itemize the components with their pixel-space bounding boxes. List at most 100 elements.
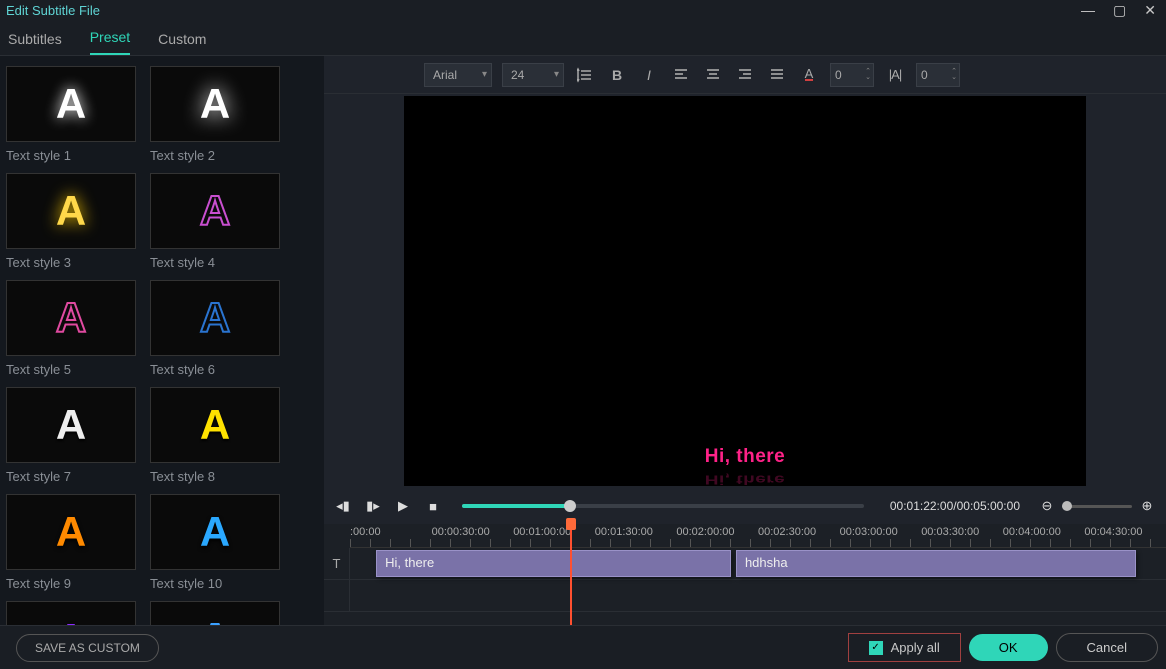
zoom-out-button[interactable]: ⊖ (1038, 498, 1056, 514)
track-body-empty[interactable] (350, 580, 1166, 611)
tab-custom[interactable]: Custom (158, 23, 206, 55)
preset-label: Text style 9 (6, 576, 136, 591)
subtitle-clip[interactable]: hdhsha (736, 550, 1136, 577)
text-color-button[interactable]: A (798, 64, 820, 86)
preset-item[interactable]: A Text style 2 (150, 66, 280, 163)
editor-panel: Arial 24 B I A 0 |A| 0 (324, 56, 1166, 625)
italic-button[interactable]: I (638, 64, 660, 86)
close-button[interactable]: ✕ (1144, 2, 1156, 19)
preset-item[interactable]: A Text style 10 (150, 494, 280, 591)
align-right-button[interactable] (734, 64, 756, 86)
ruler-mark: 00:01:30:00 (595, 526, 653, 538)
subtitle-track: T Hi, therehdhsha (324, 548, 1166, 580)
fontsize-select[interactable]: 24 (502, 63, 564, 87)
preset-label: Text style 2 (150, 148, 280, 163)
preset-label: Text style 7 (6, 469, 136, 484)
minimize-button[interactable]: — (1081, 2, 1095, 19)
next-frame-button[interactable]: ▮▸ (364, 498, 382, 514)
ruler-mark: :00:00 (350, 526, 381, 538)
letter-spacing-icon[interactable]: |A| (884, 64, 906, 86)
align-justify-button[interactable] (766, 64, 788, 86)
preset-label: Text style 4 (150, 255, 280, 270)
preset-thumb: A (6, 601, 136, 625)
track-body[interactable]: Hi, therehdhsha (350, 548, 1166, 579)
preset-item[interactable]: A Text style 5 (6, 280, 136, 377)
preview-subtitle: Hi, there (705, 446, 786, 468)
preset-thumb: A (150, 66, 280, 142)
timeline: :00:00 00:00:30:00 00:01:00:00 00:01:30:00 0… (324, 524, 1166, 625)
ruler-mark: 00:01:00:00 (513, 526, 571, 538)
window-title: Edit Subtitle File (4, 3, 100, 18)
preset-item[interactable]: A Text style 6 (150, 280, 280, 377)
preset-item[interactable]: A Text style 8 (150, 387, 280, 484)
stop-button[interactable]: ■ (424, 499, 442, 514)
align-center-button[interactable] (702, 64, 724, 86)
ok-button[interactable]: OK (969, 634, 1048, 661)
tab-subtitles[interactable]: Subtitles (8, 23, 62, 55)
preset-label: Text style 3 (6, 255, 136, 270)
preset-label: Text style 6 (150, 362, 280, 377)
maximize-button[interactable]: ▢ (1113, 2, 1126, 19)
preset-label: Text style 8 (150, 469, 280, 484)
cancel-button[interactable]: Cancel (1056, 633, 1158, 662)
video-preview[interactable]: Hi, there (404, 96, 1086, 486)
ruler-mark: 00:04:00:00 (1003, 526, 1061, 538)
playhead[interactable] (570, 524, 572, 625)
preset-item[interactable]: AText style 4 (150, 173, 280, 270)
font-select[interactable]: Arial (424, 63, 492, 87)
timeline-ruler[interactable]: :00:00 00:00:30:00 00:01:00:00 00:01:30:00 0… (350, 524, 1166, 548)
time-current: 00:01:22:00 (890, 499, 953, 513)
preset-label: Text style 10 (150, 576, 280, 591)
preset-thumb: A (150, 280, 280, 356)
preset-item[interactable]: AText style 12 (150, 601, 280, 625)
apply-all-checkbox[interactable]: ✓ (869, 641, 883, 655)
play-button[interactable]: ▶ (394, 498, 412, 514)
param1-spinner[interactable]: 0 (830, 63, 874, 87)
apply-all-box[interactable]: ✓ Apply all (848, 633, 961, 662)
line-spacing-icon[interactable] (574, 64, 596, 86)
preset-thumb: A (150, 494, 280, 570)
ruler-mark: 00:04:30:00 (1084, 526, 1142, 538)
track-head-empty (324, 580, 350, 611)
preset-thumb: A (6, 280, 136, 356)
prev-frame-button[interactable]: ◂▮ (334, 498, 352, 514)
time-total: 00:05:00:00 (957, 499, 1020, 513)
subtitle-clip[interactable]: Hi, there (376, 550, 731, 577)
preset-thumb: A (6, 494, 136, 570)
main-area: AText style 1AText style 2AText style 3A… (0, 56, 1166, 625)
preset-label: Text style 1 (6, 148, 136, 163)
progress-knob[interactable] (564, 500, 576, 512)
tab-preset[interactable]: Preset (90, 21, 130, 55)
preset-item[interactable]: AText style 7 (6, 387, 136, 484)
window-controls: — ▢ ✕ (1081, 2, 1162, 19)
playback-bar: ◂▮ ▮▸ ▶ ■ 00:01:22:00/00:05:00:00 ⊖ ⊕ (324, 488, 1166, 524)
ruler-mark: 00:02:30:00 (758, 526, 816, 538)
preset-panel: AText style 1AText style 2AText style 3A… (0, 56, 324, 625)
footer: SAVE AS CUSTOM ✓ Apply all OK Cancel (0, 625, 1166, 669)
progress-bar[interactable] (462, 504, 864, 508)
apply-all-label: Apply all (891, 640, 940, 655)
preset-thumb: A (6, 173, 136, 249)
preset-thumb: A (150, 387, 280, 463)
zoom-in-button[interactable]: ⊕ (1138, 498, 1156, 514)
bold-button[interactable]: B (606, 64, 628, 86)
preset-item[interactable]: A Text style 1 (6, 66, 136, 163)
zoom-control: ⊖ ⊕ (1038, 498, 1156, 514)
preset-label: Text style 5 (6, 362, 136, 377)
tab-bar: Subtitles Preset Custom (0, 20, 1166, 56)
ruler-mark: 00:03:00:00 (840, 526, 898, 538)
ruler-mark: 00:00:30:00 (432, 526, 490, 538)
align-left-button[interactable] (670, 64, 692, 86)
format-toolbar: Arial 24 B I A 0 |A| 0 (324, 56, 1166, 94)
param2-spinner[interactable]: 0 (916, 63, 960, 87)
ruler-mark: 00:03:30:00 (921, 526, 979, 538)
preset-item[interactable]: AText style 11 (6, 601, 136, 625)
zoom-slider[interactable] (1062, 505, 1132, 508)
preset-item[interactable]: A Text style 3 (6, 173, 136, 270)
preset-item[interactable]: A Text style 9 (6, 494, 136, 591)
save-as-custom-button[interactable]: SAVE AS CUSTOM (16, 634, 159, 662)
preset-thumb: A (6, 66, 136, 142)
progress-fill (462, 504, 570, 508)
time-display: 00:01:22:00/00:05:00:00 (890, 499, 1020, 513)
empty-track (324, 580, 1166, 612)
